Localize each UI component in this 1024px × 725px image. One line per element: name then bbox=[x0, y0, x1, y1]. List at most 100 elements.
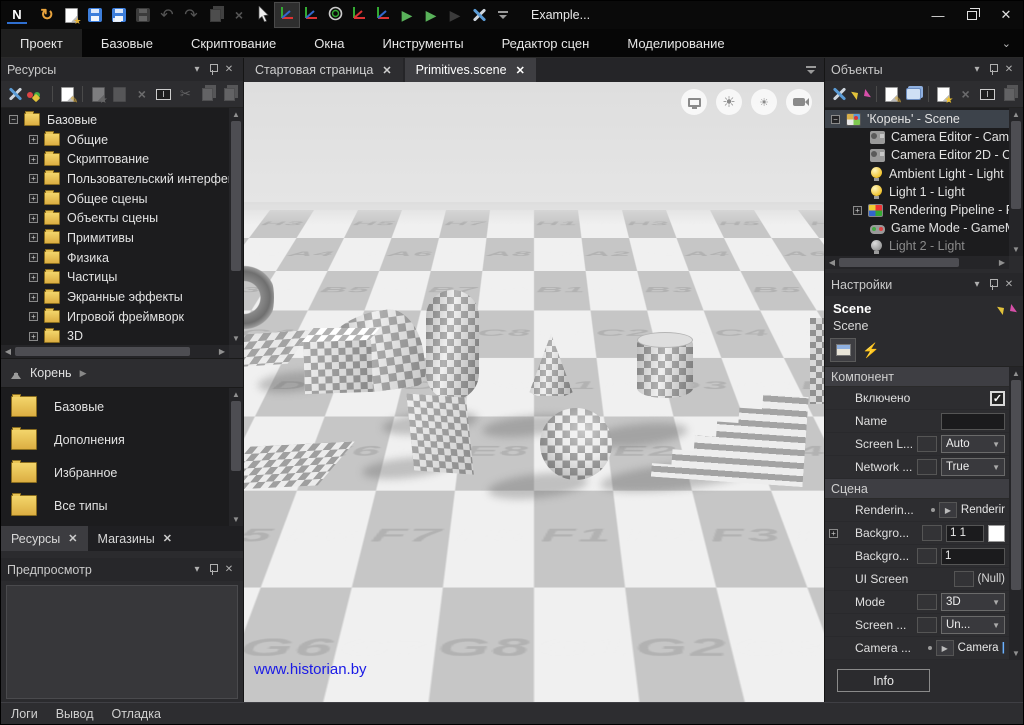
default-value-box[interactable] bbox=[917, 617, 937, 633]
objects-tree-vscrollbar[interactable]: ▲▼ bbox=[1009, 108, 1023, 256]
list-item[interactable]: Все типы bbox=[1, 489, 229, 522]
status-tab-вывод[interactable]: Вывод bbox=[56, 707, 94, 721]
object-tree-item[interactable]: −'Корень' - Scene bbox=[825, 110, 1009, 128]
document-tab[interactable]: Стартовая страница✕ bbox=[244, 58, 403, 82]
property-row[interactable]: Screen L...Auto▼ bbox=[825, 433, 1009, 456]
property-row[interactable]: Screen ...Un...▼ bbox=[825, 614, 1009, 637]
default-value-box[interactable] bbox=[917, 459, 937, 475]
save-disabled-button[interactable] bbox=[131, 3, 155, 27]
expander-plus-icon[interactable]: + bbox=[29, 253, 38, 262]
tree-item[interactable]: +Игровой фреймворк bbox=[1, 307, 229, 327]
transform-arrows-button[interactable] bbox=[851, 83, 871, 105]
pin-icon[interactable] bbox=[985, 62, 1001, 78]
scale-tool-button[interactable] bbox=[347, 3, 371, 27]
list-item[interactable]: Базовые bbox=[1, 390, 229, 423]
edit-doc-button[interactable]: ✎ bbox=[58, 83, 78, 105]
object-tree-item[interactable]: Light 1 - Light bbox=[825, 183, 1009, 201]
expander-plus-icon[interactable]: + bbox=[29, 135, 38, 144]
tree-item[interactable]: +Пользовательский интерфейс bbox=[1, 169, 229, 189]
dropdown[interactable]: Un...▼ bbox=[941, 616, 1005, 634]
expander-plus-icon[interactable]: + bbox=[29, 293, 38, 302]
doc-edit2-button[interactable] bbox=[110, 83, 130, 105]
tree-item[interactable]: +Примитивы bbox=[1, 228, 229, 248]
edit-doc-button[interactable]: ✎ bbox=[881, 83, 901, 105]
property-row[interactable]: Network ...True▼ bbox=[825, 456, 1009, 479]
panel-menu-icon[interactable]: ▾ bbox=[969, 277, 985, 293]
menu-item-2[interactable]: Базовые bbox=[82, 29, 172, 57]
property-row[interactable]: Включено✓ bbox=[825, 387, 1009, 410]
default-value-box[interactable] bbox=[917, 436, 937, 452]
breadcrumb-label[interactable]: Корень bbox=[30, 366, 72, 380]
number-input[interactable]: 1 bbox=[941, 548, 1005, 565]
menu-item-7[interactable]: Моделирование bbox=[608, 29, 743, 57]
save-all-button[interactable] bbox=[107, 3, 131, 27]
tree-item[interactable]: +Экранные эффекты bbox=[1, 287, 229, 307]
expander-plus-icon[interactable]: + bbox=[29, 194, 38, 203]
reference-value[interactable]: Renderir bbox=[961, 504, 1005, 516]
close-icon[interactable]: ✕ bbox=[163, 532, 172, 545]
property-row[interactable]: +Backgro...1 1 bbox=[825, 522, 1009, 545]
restore-button[interactable] bbox=[955, 1, 989, 29]
expander-plus-icon[interactable]: + bbox=[29, 174, 38, 183]
minimize-button[interactable]: — bbox=[921, 1, 955, 29]
object-tree-item[interactable]: Camera Editor 2D - Cam bbox=[825, 146, 1009, 164]
dock-tab-магазины[interactable]: Магазины✕ bbox=[88, 526, 182, 551]
resources-tree-vscrollbar[interactable]: ▲▼ bbox=[229, 108, 243, 345]
delete-button[interactable]: × bbox=[132, 83, 152, 105]
expander-plus-icon[interactable]: + bbox=[829, 529, 838, 538]
property-row[interactable]: Renderin...▶Renderir bbox=[825, 499, 1009, 522]
tilted-plane-primitive[interactable] bbox=[406, 393, 474, 474]
tree-item[interactable]: +Частицы bbox=[1, 268, 229, 288]
tools-button[interactable] bbox=[467, 3, 491, 27]
menu-item-3[interactable]: Скриптование bbox=[172, 29, 295, 57]
dropdown[interactable]: 3D▼ bbox=[941, 593, 1005, 611]
object-tree-item[interactable]: Light 2 - Light bbox=[825, 237, 1009, 255]
tree-item[interactable]: +3D bbox=[1, 327, 229, 345]
close-icon[interactable]: ✕ bbox=[1001, 277, 1017, 293]
sphere-primitive[interactable] bbox=[540, 408, 612, 480]
brightness-low-button[interactable]: ☀ bbox=[751, 89, 777, 115]
list-item[interactable] bbox=[1, 522, 229, 526]
menu-item-6[interactable]: Редактор сцен bbox=[483, 29, 609, 57]
resources-tree-hscrollbar[interactable]: ◀▶ bbox=[1, 345, 229, 358]
select-cursor-button[interactable] bbox=[251, 3, 275, 27]
number-input[interactable]: 1 1 bbox=[946, 525, 984, 542]
scene-viewport[interactable]: H5H6H7H8H1H2H3H4H5H6H7H8H1H2H3H4H5H6H7H8… bbox=[244, 82, 824, 702]
play-2-button[interactable]: ▶ bbox=[419, 3, 443, 27]
status-tab-логи[interactable]: Логи bbox=[11, 707, 38, 721]
cube-primitive[interactable] bbox=[304, 328, 374, 394]
close-icon[interactable]: ✕ bbox=[1001, 62, 1017, 78]
resources-list-vscrollbar[interactable]: ▲▼ bbox=[229, 388, 243, 526]
list-item[interactable]: Избранное bbox=[1, 456, 229, 489]
camera-view-button[interactable] bbox=[786, 89, 812, 115]
app-logo-icon[interactable]: N bbox=[7, 6, 27, 24]
expander-plus-icon[interactable]: + bbox=[29, 332, 38, 341]
paste-button[interactable] bbox=[203, 3, 227, 27]
paste-doc-button[interactable] bbox=[219, 83, 239, 105]
tab-list-dropdown-icon[interactable] bbox=[798, 58, 824, 82]
menu-overflow-chevron-icon[interactable]: ⌄ bbox=[990, 29, 1023, 57]
rotate-tool-button[interactable] bbox=[323, 3, 347, 27]
capsule-primitive[interactable] bbox=[426, 290, 479, 400]
object-tree-item[interactable]: Camera Editor - Camera bbox=[825, 128, 1009, 146]
object-tree-item[interactable]: Game Mode - GameMode bbox=[825, 219, 1009, 237]
reference-expand-button[interactable]: ▶ bbox=[936, 640, 954, 656]
up-arrow-icon[interactable] bbox=[9, 367, 22, 380]
dock-tab-ресурсы[interactable]: Ресурсы✕ bbox=[1, 526, 88, 551]
tree-item[interactable]: +Общее сцены bbox=[1, 189, 229, 209]
delete-button[interactable]: × bbox=[227, 3, 251, 27]
play-3-button[interactable]: ▶ bbox=[443, 3, 467, 27]
list-item[interactable]: Дополнения bbox=[1, 423, 229, 456]
edge-object-primitive[interactable] bbox=[810, 318, 824, 404]
doc-star-button[interactable]: ★ bbox=[88, 83, 108, 105]
tree-item[interactable]: +Скриптование bbox=[1, 149, 229, 169]
tools-button[interactable] bbox=[5, 83, 25, 105]
default-value-box[interactable] bbox=[954, 571, 974, 587]
panel-menu-icon[interactable]: ▾ bbox=[189, 62, 205, 78]
pin-icon[interactable] bbox=[205, 62, 221, 78]
expander-plus-icon[interactable]: + bbox=[853, 206, 862, 215]
expander-plus-icon[interactable]: + bbox=[29, 273, 38, 282]
transform-tool-button[interactable] bbox=[371, 3, 395, 27]
default-value-box[interactable] bbox=[922, 525, 942, 541]
expander-minus-icon[interactable]: − bbox=[831, 115, 840, 124]
